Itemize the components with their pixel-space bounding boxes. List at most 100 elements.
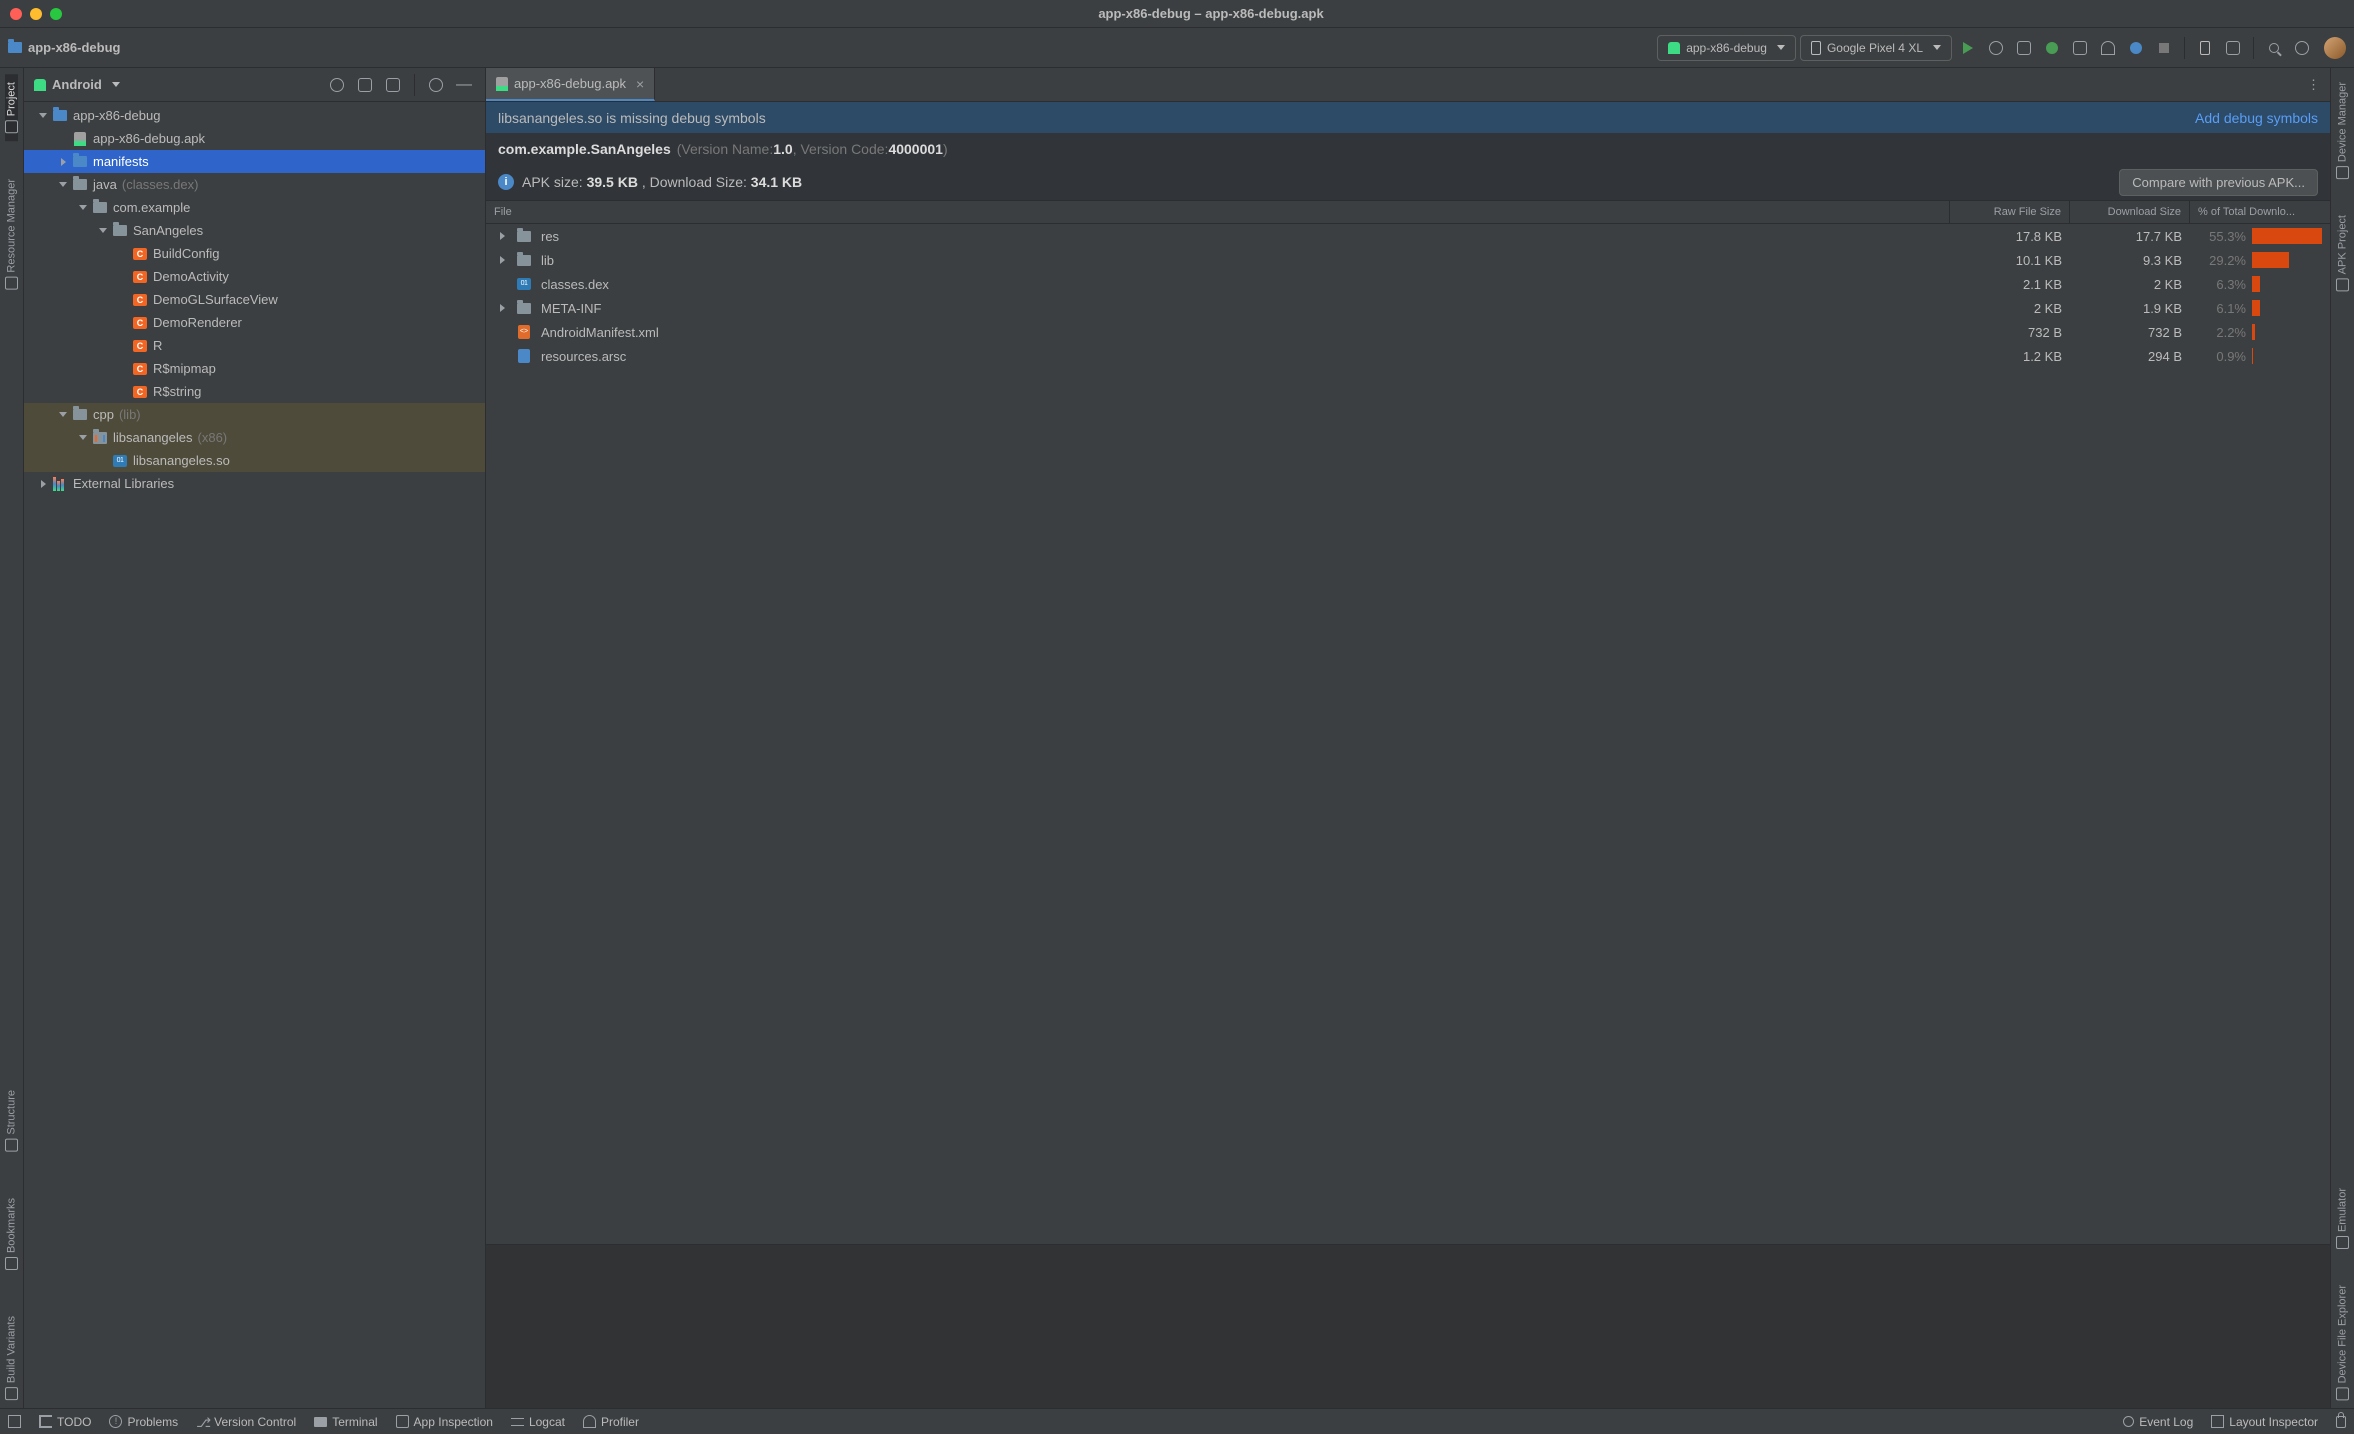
window-maximize-button[interactable] bbox=[50, 8, 62, 20]
expand-all-button[interactable] bbox=[354, 74, 376, 96]
profile-button[interactable] bbox=[2096, 36, 2120, 60]
gutter-build-variants[interactable]: Build Variants bbox=[5, 1308, 18, 1408]
chevron-down-icon[interactable] bbox=[56, 408, 70, 422]
device-dropdown[interactable]: Google Pixel 4 XL bbox=[1800, 35, 1952, 61]
status-logcat[interactable]: Logcat bbox=[511, 1415, 565, 1429]
debug-button[interactable] bbox=[2040, 36, 2064, 60]
window-close-button[interactable] bbox=[10, 8, 22, 20]
tree-row[interactable]: DemoRenderer bbox=[24, 311, 485, 334]
gutter-emulator[interactable]: Emulator bbox=[2336, 1180, 2349, 1257]
status-todo[interactable]: TODO bbox=[39, 1415, 91, 1429]
chevron-right-icon[interactable] bbox=[56, 155, 70, 169]
tree-row[interactable]: DemoGLSurfaceView bbox=[24, 288, 485, 311]
sdk-button[interactable] bbox=[2221, 36, 2245, 60]
chevron-down-icon[interactable] bbox=[96, 224, 110, 238]
download-size-cell: 2 KB bbox=[2070, 277, 2190, 292]
search-everywhere-button[interactable] bbox=[2262, 36, 2286, 60]
tree-label: BuildConfig bbox=[153, 246, 220, 261]
table-row[interactable]: META-INF2 KB1.9 KB6.1% bbox=[486, 296, 2330, 320]
gutter-device-manager[interactable]: Device Manager bbox=[2336, 74, 2349, 187]
collapse-icon bbox=[386, 78, 400, 92]
table-row[interactable]: resources.arsc1.2 KB294 B0.9% bbox=[486, 344, 2330, 368]
status-layout-inspector[interactable]: Layout Inspector bbox=[2211, 1415, 2318, 1429]
gutter-resource-manager[interactable]: Resource Manager bbox=[5, 171, 18, 298]
close-tab-button[interactable]: × bbox=[636, 76, 644, 92]
search-icon bbox=[2269, 43, 2279, 53]
user-avatar[interactable] bbox=[2324, 37, 2346, 59]
chevron-down-icon[interactable] bbox=[36, 109, 50, 123]
status-terminal[interactable]: Terminal bbox=[314, 1415, 377, 1429]
tree-label: R$string bbox=[153, 384, 201, 399]
gutter-project[interactable]: Project bbox=[5, 74, 18, 141]
banner-text: libsanangeles.so is missing debug symbol… bbox=[498, 110, 766, 126]
raw-size-cell: 1.2 KB bbox=[1950, 349, 2070, 364]
tree-row[interactable]: app-x86-debug.apk bbox=[24, 127, 485, 150]
status-problems[interactable]: Problems bbox=[109, 1415, 178, 1429]
version-name: 1.0 bbox=[773, 141, 792, 157]
compare-apk-button[interactable]: Compare with previous APK... bbox=[2119, 169, 2318, 196]
tree-row[interactable]: BuildConfig bbox=[24, 242, 485, 265]
tab-options-button[interactable]: ⋮ bbox=[2297, 68, 2330, 101]
chevron-down-icon[interactable] bbox=[56, 178, 70, 192]
gutter-bookmarks[interactable]: Bookmarks bbox=[5, 1190, 18, 1278]
chevron-right-icon[interactable] bbox=[494, 301, 510, 315]
tree-row[interactable]: java(classes.dex) bbox=[24, 173, 485, 196]
tree-row[interactable]: DemoActivity bbox=[24, 265, 485, 288]
chevron-down-icon[interactable] bbox=[76, 201, 90, 215]
status-event-log[interactable]: Event Log bbox=[2123, 1415, 2193, 1429]
device-manager-button[interactable] bbox=[2193, 36, 2217, 60]
chevron-right-icon[interactable] bbox=[494, 253, 510, 267]
panel-settings-button[interactable] bbox=[425, 74, 447, 96]
tree-row[interactable]: R$mipmap bbox=[24, 357, 485, 380]
tree-row[interactable]: cpp(lib) bbox=[24, 403, 485, 426]
tree-row[interactable]: libsanangeles.so bbox=[24, 449, 485, 472]
tree-row[interactable]: R$string bbox=[24, 380, 485, 403]
gutter-apk-project[interactable]: APK Project bbox=[2336, 207, 2349, 299]
col-download-size[interactable]: Download Size bbox=[2070, 201, 2190, 223]
chevron-down-icon[interactable] bbox=[76, 431, 90, 445]
col-raw-size[interactable]: Raw File Size bbox=[1950, 201, 2070, 223]
run-tests-button[interactable] bbox=[2012, 36, 2036, 60]
collapse-all-button[interactable] bbox=[382, 74, 404, 96]
table-row[interactable]: lib10.1 KB9.3 KB29.2% bbox=[486, 248, 2330, 272]
add-debug-symbols-link[interactable]: Add debug symbols bbox=[2195, 110, 2318, 126]
status-vcs[interactable]: Version Control bbox=[196, 1415, 296, 1429]
col-file[interactable]: File bbox=[486, 201, 1950, 223]
tree-row[interactable]: app-x86-debug bbox=[24, 104, 485, 127]
status-app-inspection[interactable]: App Inspection bbox=[396, 1415, 493, 1429]
project-tree[interactable]: app-x86-debugapp-x86-debug.apkmanifestsj… bbox=[24, 102, 485, 1408]
col-pct[interactable]: % of Total Downlo... bbox=[2190, 201, 2330, 223]
window-minimize-button[interactable] bbox=[30, 8, 42, 20]
breadcrumb-text[interactable]: app-x86-debug bbox=[28, 40, 120, 55]
attach-debugger-button[interactable] bbox=[2124, 36, 2148, 60]
coverage-button[interactable] bbox=[2068, 36, 2092, 60]
status-ide-lock[interactable] bbox=[2336, 1416, 2346, 1428]
chevron-right-icon[interactable] bbox=[36, 477, 50, 491]
settings-button[interactable] bbox=[2290, 36, 2314, 60]
table-row[interactable]: AndroidManifest.xml732 B732 B2.2% bbox=[486, 320, 2330, 344]
gutter-structure[interactable]: Structure bbox=[5, 1082, 18, 1160]
tree-row[interactable]: manifests bbox=[24, 150, 485, 173]
panel-hide-button[interactable]: — bbox=[453, 74, 475, 96]
stop-button[interactable] bbox=[2152, 36, 2176, 60]
table-row[interactable]: classes.dex2.1 KB2 KB6.3% bbox=[486, 272, 2330, 296]
gutter-device-file-explorer[interactable]: Device File Explorer bbox=[2336, 1277, 2349, 1408]
select-opened-file-button[interactable] bbox=[326, 74, 348, 96]
version-name-label: (Version Name: bbox=[677, 141, 773, 157]
table-body[interactable]: res17.8 KB17.7 KB55.3%lib10.1 KB9.3 KB29… bbox=[486, 224, 2330, 1244]
status-profiler[interactable]: Profiler bbox=[583, 1415, 639, 1429]
tree-row[interactable]: External Libraries bbox=[24, 472, 485, 495]
chevron-right-icon[interactable] bbox=[494, 229, 510, 243]
run-config-dropdown[interactable]: app-x86-debug bbox=[1657, 35, 1796, 61]
project-view-dropdown[interactable]: Android bbox=[34, 77, 120, 92]
tree-row[interactable]: SanAngeles bbox=[24, 219, 485, 242]
apply-changes-button[interactable] bbox=[1984, 36, 2008, 60]
folder-icon bbox=[112, 223, 128, 239]
run-button[interactable] bbox=[1956, 36, 1980, 60]
tree-row[interactable]: R bbox=[24, 334, 485, 357]
editor-tab-apk[interactable]: app-x86-debug.apk × bbox=[486, 68, 655, 101]
tree-row[interactable]: libsanangeles(x86) bbox=[24, 426, 485, 449]
tree-row[interactable]: com.example bbox=[24, 196, 485, 219]
status-windows-icon[interactable] bbox=[8, 1415, 21, 1428]
table-row[interactable]: res17.8 KB17.7 KB55.3% bbox=[486, 224, 2330, 248]
